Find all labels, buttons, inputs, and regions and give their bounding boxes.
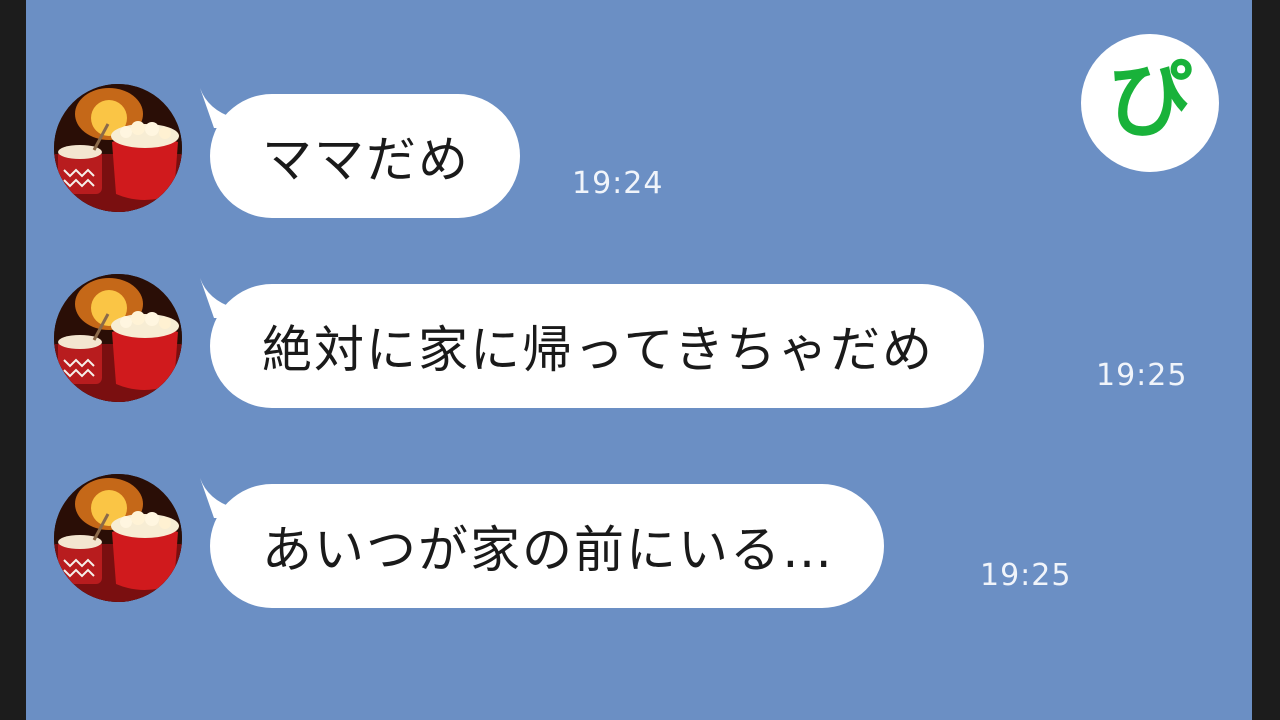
message-row: ママだめ 19:24 — [26, 84, 1252, 218]
message-text: 絶対に家に帰ってきちゃだめ — [262, 321, 934, 379]
contact-avatar[interactable] — [54, 84, 182, 212]
message-timestamp: 19:25 — [980, 558, 1072, 593]
message-text: ママだめ — [262, 131, 470, 189]
message-row: 絶対に家に帰ってきちゃだめ 19:25 — [26, 274, 1252, 408]
message-row: あいつが家の前にいる… 19:25 — [26, 474, 1252, 608]
fireplace-popcorn-avatar-image — [54, 274, 182, 402]
contact-avatar[interactable] — [54, 274, 182, 402]
phone-frame: ママだめ 19:24 絶対に家に帰ってきちゃだめ 19:25 あいつが家の前にい… — [0, 0, 1280, 720]
logo-text: ぴ — [1107, 51, 1192, 149]
fireplace-popcorn-avatar-image — [54, 84, 182, 212]
message-bubble[interactable]: 絶対に家に帰ってきちゃだめ — [210, 284, 984, 408]
message-timestamp: 19:24 — [572, 166, 664, 201]
message-bubble[interactable]: ママだめ — [210, 94, 520, 218]
chat-area[interactable]: ママだめ 19:24 絶対に家に帰ってきちゃだめ 19:25 あいつが家の前にい… — [26, 0, 1252, 720]
fireplace-popcorn-avatar-image — [54, 474, 182, 602]
message-text: あいつが家の前にいる… — [262, 521, 834, 579]
message-bubble[interactable]: あいつが家の前にいる… — [210, 484, 884, 608]
channel-logo: ぴ — [1081, 34, 1219, 172]
message-bubble-wrapper: ママだめ — [200, 88, 520, 218]
message-bubble-wrapper: 絶対に家に帰ってきちゃだめ — [200, 278, 984, 408]
contact-avatar[interactable] — [54, 474, 182, 602]
message-bubble-wrapper: あいつが家の前にいる… — [200, 478, 884, 608]
message-timestamp: 19:25 — [1096, 358, 1188, 393]
